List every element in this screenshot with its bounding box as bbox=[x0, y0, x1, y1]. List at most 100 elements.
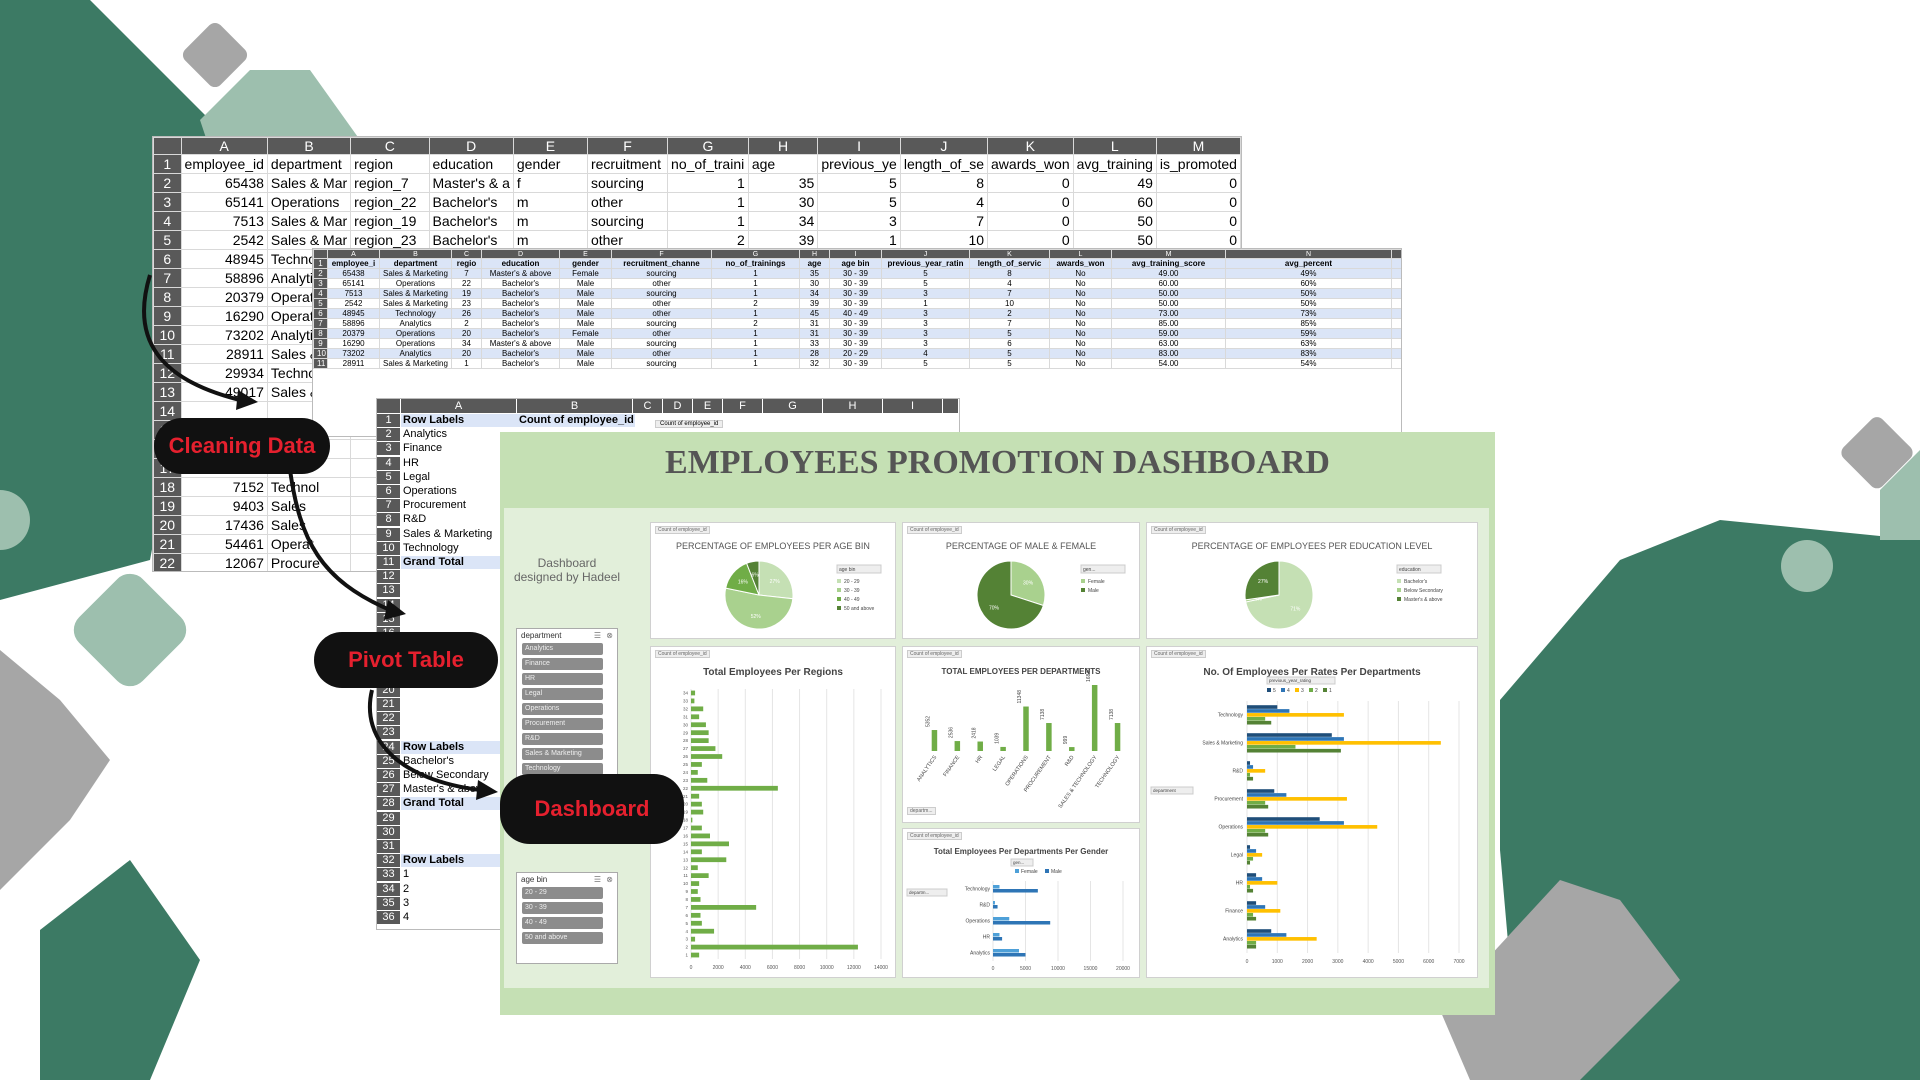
table-cell[interactable]: 30 bbox=[747, 192, 819, 212]
slicer-item[interactable]: Sales & Marketing bbox=[522, 748, 603, 760]
column-header[interactable]: H bbox=[823, 399, 882, 413]
row-number[interactable]: 20 bbox=[153, 515, 182, 535]
table-cell[interactable]: Technology bbox=[379, 308, 452, 319]
table-cell[interactable]: employee_id bbox=[180, 154, 268, 174]
row-number[interactable]: 9 bbox=[377, 527, 400, 541]
table-cell[interactable]: 2 bbox=[711, 298, 800, 309]
table-cell[interactable]: 30 - 39 bbox=[829, 318, 882, 329]
table-cell[interactable]: 33 bbox=[799, 338, 830, 349]
table-cell[interactable]: Bachelor's bbox=[481, 298, 560, 309]
row-number[interactable]: 26 bbox=[377, 769, 400, 782]
row-number[interactable]: 5 bbox=[377, 470, 400, 484]
row-number[interactable]: 11 bbox=[313, 358, 328, 369]
row-number[interactable]: 3 bbox=[153, 192, 182, 212]
row-number[interactable]: 22 bbox=[377, 712, 400, 726]
table-cell[interactable]: 54% bbox=[1225, 358, 1392, 369]
table-cell[interactable]: 65438 bbox=[327, 268, 380, 279]
table-cell[interactable]: 0 bbox=[987, 230, 1074, 250]
table-cell[interactable]: 49017 bbox=[180, 382, 268, 402]
row-number[interactable]: 7 bbox=[377, 499, 400, 513]
row-number[interactable]: 2 bbox=[313, 268, 328, 279]
field-tag[interactable]: Count of employee_id bbox=[655, 420, 724, 428]
column-header[interactable]: G bbox=[711, 249, 800, 259]
column-header[interactable]: K bbox=[969, 249, 1050, 259]
table-cell[interactable]: 73202 bbox=[327, 348, 380, 359]
row-number[interactable]: 21 bbox=[377, 698, 400, 711]
table-cell[interactable]: 65141 bbox=[327, 278, 380, 289]
table-cell[interactable]: 1 bbox=[667, 192, 749, 212]
table-cell[interactable]: 0 bbox=[1155, 192, 1241, 212]
table-cell[interactable]: 3 bbox=[881, 308, 970, 319]
table-cell[interactable]: Bachelor's bbox=[481, 348, 560, 359]
slicer-item[interactable]: 20 - 29 bbox=[522, 887, 603, 899]
column-header[interactable] bbox=[377, 399, 400, 413]
table-cell[interactable]: Operations bbox=[379, 338, 452, 349]
table-cell[interactable]: sourcing bbox=[611, 318, 712, 329]
table-cell[interactable]: Male bbox=[559, 358, 612, 369]
table-header-cell[interactable]: length_of_servic bbox=[969, 258, 1050, 269]
row-number[interactable]: 2 bbox=[377, 428, 400, 442]
column-header[interactable]: F bbox=[723, 399, 762, 413]
table-cell[interactable]: 63.00 bbox=[1111, 338, 1226, 349]
table-cell[interactable]: region_22 bbox=[350, 192, 430, 212]
table-cell[interactable]: 7 bbox=[451, 268, 482, 279]
table-cell[interactable]: 49% bbox=[1225, 268, 1392, 279]
clear-filter-icon[interactable]: ⊗ bbox=[606, 875, 613, 884]
table-cell[interactable]: avg_training bbox=[1072, 154, 1157, 174]
table-cell[interactable]: 4 bbox=[881, 348, 970, 359]
table-cell[interactable]: 35 bbox=[747, 173, 819, 193]
table-cell[interactable]: sourcing bbox=[611, 338, 712, 349]
table-cell[interactable]: 5 bbox=[817, 173, 901, 193]
table-cell[interactable]: 30 - 39 bbox=[829, 278, 882, 289]
table-cell[interactable]: 19 bbox=[451, 288, 482, 299]
table-cell[interactable]: 39 bbox=[747, 230, 819, 250]
column-header[interactable]: I bbox=[829, 249, 882, 259]
table-cell[interactable]: 60% bbox=[1225, 278, 1392, 289]
table-cell[interactable]: 23 bbox=[451, 298, 482, 309]
table-cell[interactable]: 54461 bbox=[180, 534, 268, 554]
row-number[interactable]: 7 bbox=[153, 268, 182, 288]
column-header[interactable]: D bbox=[481, 249, 560, 259]
table-cell[interactable]: 2542 bbox=[180, 230, 268, 250]
table-cell[interactable]: 4 bbox=[899, 192, 989, 212]
row-number[interactable]: 21 bbox=[153, 534, 182, 554]
table-header-cell[interactable]: is_promoted bbox=[1391, 258, 1401, 269]
column-header[interactable]: A bbox=[327, 249, 380, 259]
table-header-cell[interactable]: avg_training_score bbox=[1111, 258, 1226, 269]
table-cell[interactable]: 28911 bbox=[180, 344, 268, 364]
row-number[interactable]: 19 bbox=[153, 496, 182, 516]
table-cell[interactable]: No bbox=[1049, 298, 1112, 309]
table-cell[interactable]: 73.00 bbox=[1111, 308, 1226, 319]
column-header[interactable]: A bbox=[401, 399, 516, 413]
table-cell[interactable]: 0 bbox=[1155, 211, 1241, 231]
table-cell[interactable]: Sales & Mar bbox=[266, 230, 352, 250]
table-cell[interactable]: 59.00 bbox=[1111, 328, 1226, 339]
table-cell[interactable]: 34 bbox=[451, 338, 482, 349]
table-cell[interactable]: f bbox=[512, 173, 588, 193]
table-cell[interactable]: region bbox=[350, 154, 430, 174]
table-cell[interactable]: Female bbox=[559, 328, 612, 339]
row-number[interactable]: 28 bbox=[377, 797, 400, 811]
table-cell[interactable]: 0 bbox=[987, 211, 1074, 231]
table-cell[interactable]: 0 bbox=[1155, 173, 1241, 193]
corner-cell[interactable] bbox=[153, 137, 182, 155]
table-cell[interactable]: 30 - 39 bbox=[829, 328, 882, 339]
table-cell[interactable]: 7 bbox=[969, 318, 1050, 329]
table-cell[interactable]: 1 bbox=[711, 278, 800, 289]
table-cell[interactable]: 54.00 bbox=[1111, 358, 1226, 369]
row-number[interactable]: 9 bbox=[313, 338, 328, 349]
row-number[interactable]: 18 bbox=[153, 477, 182, 497]
table-cell[interactable]: No bbox=[1049, 268, 1112, 279]
table-cell[interactable]: 50 bbox=[1072, 230, 1157, 250]
row-number[interactable]: 34 bbox=[377, 882, 400, 896]
table-cell[interactable]: No bbox=[1049, 338, 1112, 349]
table-cell[interactable]: 4 bbox=[969, 278, 1050, 289]
table-cell[interactable]: Male bbox=[559, 308, 612, 319]
table-cell[interactable]: 20 - 29 bbox=[829, 348, 882, 359]
column-header[interactable]: E bbox=[693, 399, 722, 413]
row-number[interactable]: 8 bbox=[313, 328, 328, 339]
table-cell[interactable]: 3 bbox=[881, 288, 970, 299]
table-cell[interactable]: sourcing bbox=[586, 173, 669, 193]
column-header[interactable]: I bbox=[817, 137, 901, 155]
table-cell[interactable]: No bbox=[1391, 288, 1401, 299]
